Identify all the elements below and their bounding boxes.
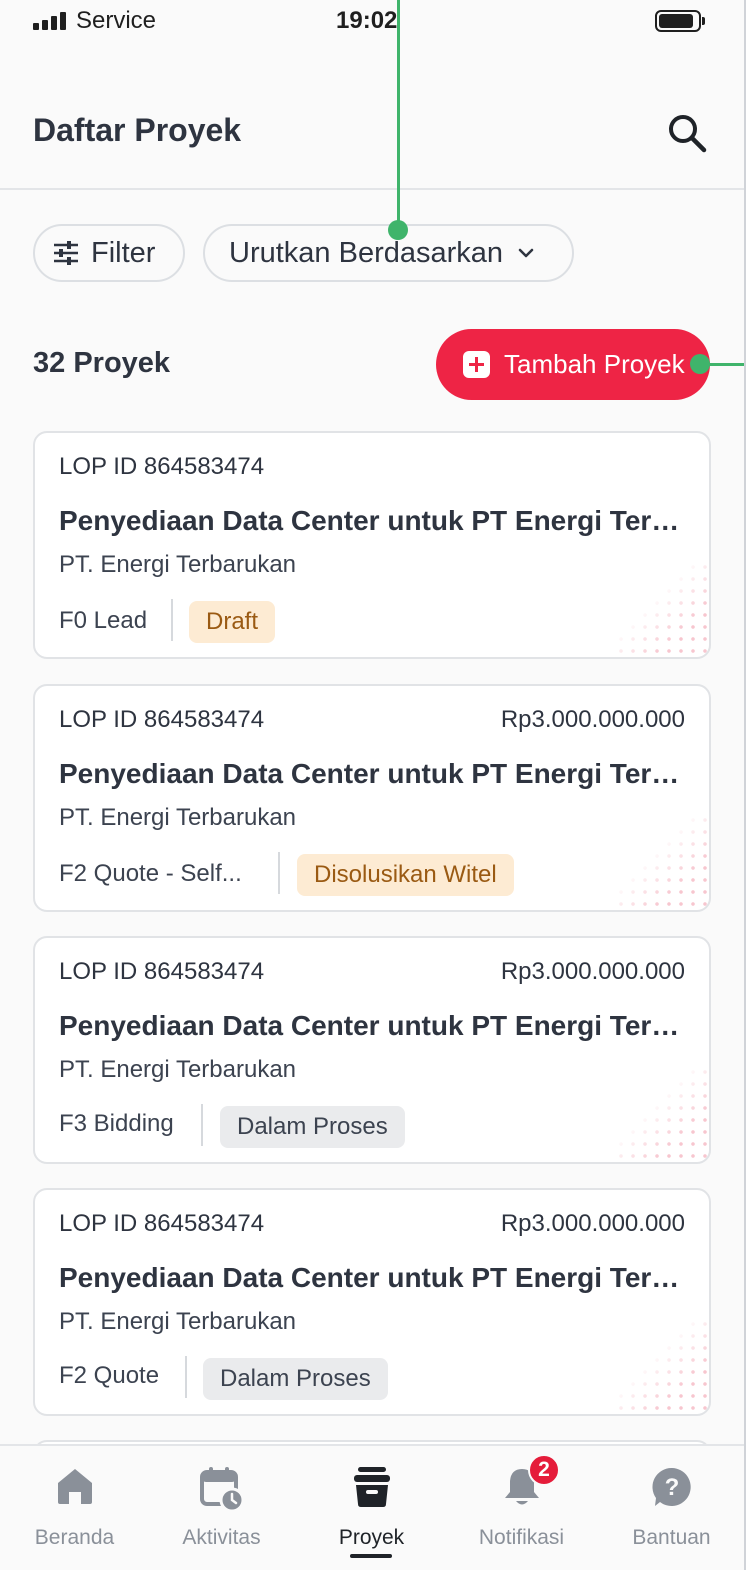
nav-item-beranda[interactable]: Beranda (0, 1446, 149, 1570)
nav-label: Beranda (34, 1526, 115, 1549)
divider (201, 1104, 203, 1146)
project-card[interactable]: LOP ID 864583474 Rp3.000.000.000 Penyedi… (33, 1188, 711, 1416)
calendar-clock-icon (199, 1467, 244, 1512)
nav-label: Notifikasi (478, 1526, 565, 1549)
project-card[interactable]: LOP ID 864583474 Rp3.000.000.000 Penyedi… (33, 684, 711, 912)
company-name: PT. Energi Terbarukan (59, 1056, 297, 1083)
status-badge: Dalam Proses (220, 1106, 405, 1148)
home-icon (57, 1469, 92, 1504)
project-amount: Rp3.000.000.000 (500, 958, 685, 985)
project-title: Penyediaan Data Center untuk PT Energi T… (59, 1010, 689, 1041)
nav-item-proyek[interactable]: Proyek (297, 1446, 446, 1570)
project-title: Penyediaan Data Center untuk PT Energi T… (59, 505, 689, 536)
active-indicator (350, 1554, 392, 1558)
status-time: 19:02 (336, 7, 398, 34)
annotation-dot (388, 220, 408, 240)
project-stage: F2 Quote - Self... (59, 860, 242, 887)
page-title: Daftar Proyek (33, 112, 242, 148)
project-card[interactable]: LOP ID 864583474 Penyediaan Data Center … (33, 431, 711, 659)
dot-pattern-decoration (615, 814, 707, 906)
help-icon: ? (651, 1467, 691, 1506)
carrier-name: Service (76, 7, 157, 34)
filter-button[interactable]: Filter (33, 224, 185, 282)
dot-pattern-decoration (615, 1318, 707, 1410)
sort-label: Urutkan Berdasarkan (229, 236, 504, 269)
lop-id: LOP ID 864583474 (59, 1210, 265, 1237)
nav-label: Proyek (338, 1526, 405, 1549)
annotation-dot (690, 354, 710, 374)
nav-item-notifikasi[interactable]: Notifikasi (447, 1446, 596, 1570)
notification-count-badge: 2 (528, 1454, 560, 1486)
company-name: PT. Energi Terbarukan (59, 804, 297, 831)
lop-id: LOP ID 864583474 (59, 453, 265, 480)
divider (185, 1356, 187, 1398)
nav-item-bantuan[interactable]: ? Bantuan (597, 1446, 744, 1570)
svg-text:?: ? (664, 1474, 679, 1501)
app-header: Daftar Proyek (0, 44, 744, 190)
add-project-button[interactable]: Tambah Proyek (436, 329, 710, 400)
nav-label: Aktivitas (182, 1526, 261, 1549)
add-project-label: Tambah Proyek (504, 349, 685, 379)
lop-id: LOP ID 864583474 (59, 958, 265, 985)
bottom-navigation: Beranda Aktivitas Proyek Notifikasi 2 ? … (0, 1444, 744, 1570)
divider (278, 852, 280, 894)
signal-icon (33, 12, 69, 30)
annotation-line (397, 0, 400, 230)
project-title: Penyediaan Data Center untuk PT Energi T… (59, 758, 689, 789)
status-badge: Dalam Proses (203, 1358, 388, 1400)
project-stage: F3 Bidding (59, 1110, 174, 1137)
app-screen: Service 19:02 Daftar Proyek Filter Urutk… (0, 0, 746, 1570)
company-name: PT. Energi Terbarukan (59, 1308, 297, 1335)
filter-sliders-icon (54, 241, 78, 265)
nav-item-aktivitas[interactable]: Aktivitas (147, 1446, 296, 1570)
status-bar: Service 19:02 (0, 0, 744, 44)
company-name: PT. Energi Terbarukan (59, 551, 297, 578)
plus-icon (463, 351, 490, 378)
status-badge: Draft (189, 601, 276, 643)
project-stage: F2 Quote (59, 1362, 160, 1389)
project-title: Penyediaan Data Center untuk PT Energi T… (59, 1262, 689, 1293)
project-amount: Rp3.000.000.000 (500, 706, 685, 733)
project-amount: Rp3.000.000.000 (500, 1210, 685, 1237)
project-count: 32 Proyek (33, 347, 171, 379)
battery-icon (655, 10, 705, 32)
dot-pattern-decoration (615, 561, 707, 653)
status-badge: Disolusikan Witel (297, 854, 514, 896)
divider (171, 599, 173, 641)
nav-label: Bantuan (632, 1526, 711, 1549)
chevron-down-icon (518, 248, 534, 258)
search-button[interactable] (664, 110, 710, 156)
filter-label: Filter (91, 236, 156, 269)
dot-pattern-decoration (615, 1066, 707, 1158)
project-stage: F0 Lead (59, 607, 148, 634)
lop-id: LOP ID 864583474 (59, 706, 265, 733)
project-card[interactable]: LOP ID 864583474 Rp3.000.000.000 Penyedi… (33, 936, 711, 1164)
project-box-icon (353, 1467, 390, 1507)
search-icon (669, 115, 707, 153)
